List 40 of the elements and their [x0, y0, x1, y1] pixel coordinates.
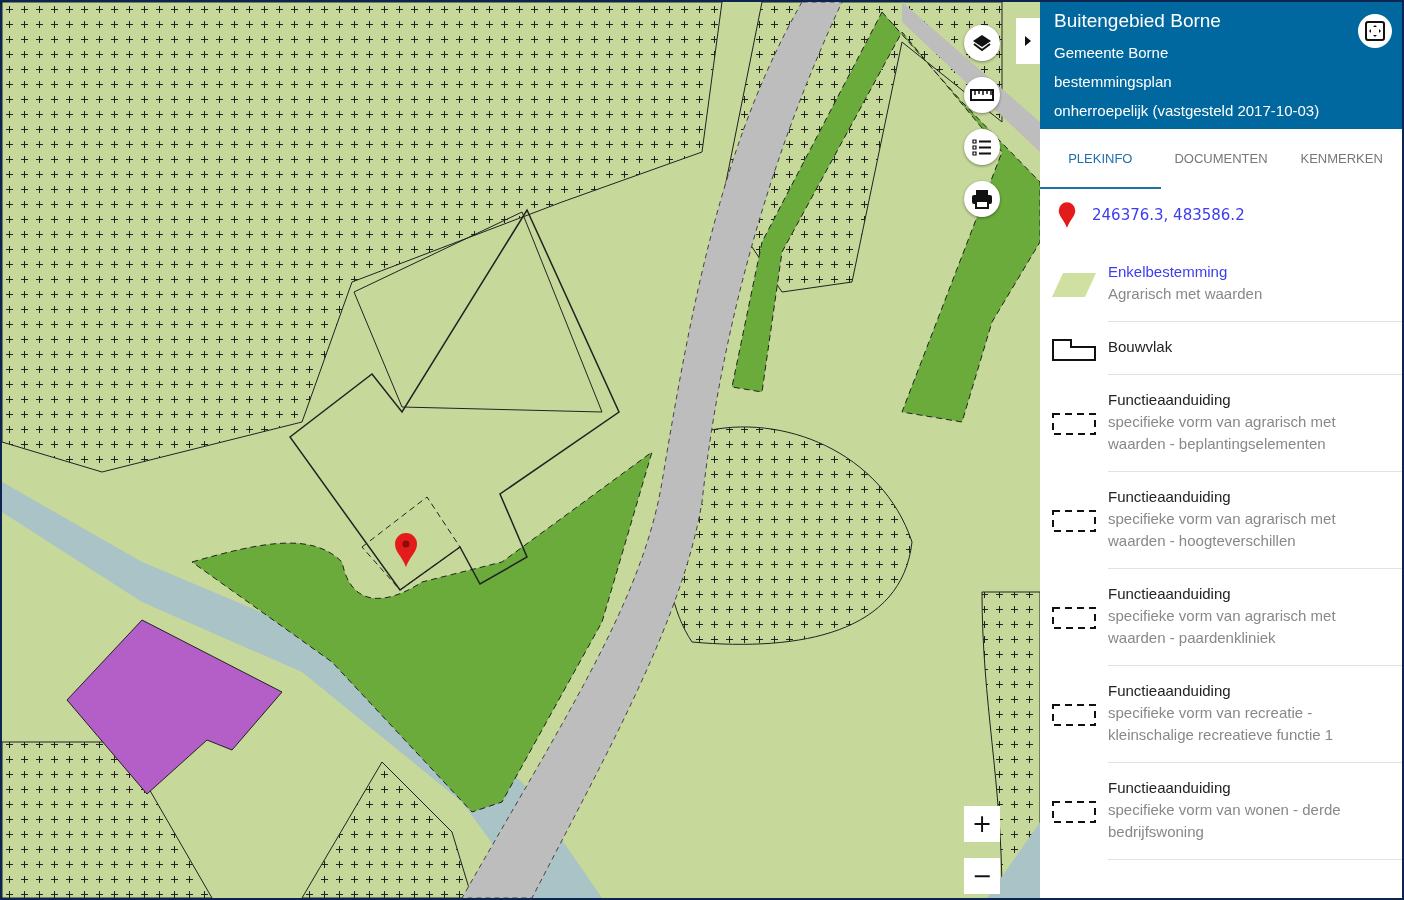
dashed-rectangle-icon [1052, 605, 1096, 630]
location-pin-icon [1058, 201, 1076, 229]
legend-title: Bouwvlak [1108, 337, 1174, 357]
legend-description: specifieke vorm van wonen - derde bedrijfswoning [1108, 800, 1342, 842]
panel-toggle-button[interactable] [1016, 18, 1040, 64]
legend-description: specifieke vorm van agrarisch met waarden - beplantingselementen [1108, 412, 1337, 454]
coordinates-text: 246376.3, 483586.2 [1092, 206, 1245, 224]
legend-title: Functieaanduiding [1108, 778, 1232, 798]
zoom-in-button[interactable]: + [964, 806, 1000, 842]
legend-title: Functieaanduiding [1108, 584, 1232, 604]
tab[interactable]: PLEKINFO [1040, 129, 1161, 189]
layers-icon [972, 33, 992, 53]
caret-icon [1025, 36, 1031, 46]
dashed-rectangle-icon [1052, 702, 1096, 727]
legend-title: Functieaanduiding [1108, 681, 1232, 701]
list-icon [972, 138, 992, 156]
legend-description: specifieke vorm van agrarisch met waarden - hoogteverschillen [1108, 509, 1337, 551]
zoom-out-button[interactable]: − [964, 858, 1000, 894]
expand-icon [1365, 21, 1385, 41]
parallelogram-icon [1052, 272, 1096, 297]
printer-icon [971, 189, 993, 209]
legend-description: Agrarisch met waarden [1108, 284, 1264, 304]
dashed-rectangle-icon [1052, 411, 1096, 436]
legend-link[interactable]: Enkelbestemming [1108, 263, 1228, 280]
dashed-rectangle-icon [1052, 799, 1096, 824]
plan-title: Buitengebied Borne [1054, 10, 1222, 32]
building-outline-icon [1052, 336, 1096, 361]
tab[interactable]: KENMERKEN [1281, 129, 1402, 189]
legend-description: specifieke vorm van agrarisch met waarden - paardenkliniek [1108, 606, 1337, 648]
legend-title: Functieaanduiding [1108, 390, 1232, 410]
location-pin-icon [394, 532, 418, 568]
fullscreen-button[interactable] [1358, 14, 1392, 48]
plan-info-line: bestemmingsplan [1054, 72, 1173, 92]
ruler-icon [970, 88, 994, 102]
plan-info-line: Gemeente Borne [1054, 43, 1170, 63]
legend-title: Functieaanduiding [1108, 487, 1232, 507]
tab[interactable]: DOCUMENTEN [1160, 129, 1282, 189]
legend-description: specifieke vorm van recreatie - kleinschalige recreatieve functie 1 [1108, 703, 1335, 745]
dashed-rectangle-icon [1052, 508, 1096, 533]
plan-info-line: onherroepelijk (vastgesteld 2017-10-03) [1054, 101, 1321, 121]
